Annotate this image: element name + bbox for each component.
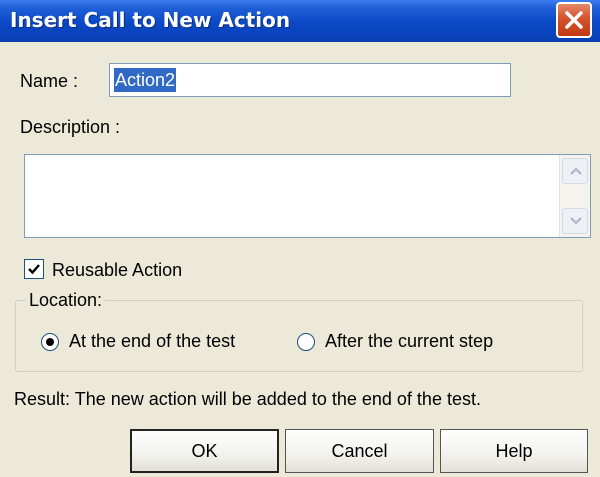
ok-button[interactable]: OK: [130, 429, 279, 473]
help-button[interactable]: Help: [440, 429, 588, 473]
result-text: Result: The new action will be added to …: [14, 389, 481, 409]
scroll-up-button[interactable]: [562, 158, 588, 184]
description-label: Description :: [20, 117, 121, 137]
radio-after-current-step[interactable]: [297, 333, 315, 351]
scroll-up-icon: [570, 167, 582, 175]
radio-after-current-step-label[interactable]: After the current step: [325, 331, 493, 352]
close-button[interactable]: [556, 2, 592, 38]
description-scrollbar[interactable]: [559, 155, 590, 237]
reusable-action-checkbox[interactable]: [24, 259, 44, 279]
scroll-down-icon: [570, 217, 582, 225]
window-title: Insert Call to New Action: [10, 8, 291, 32]
close-icon: [565, 11, 583, 29]
cancel-button[interactable]: Cancel: [285, 429, 434, 473]
radio-end-of-test-label[interactable]: At the end of the test: [69, 331, 235, 352]
title-bar[interactable]: Insert Call to New Action: [0, 0, 600, 42]
name-input-value: Action2: [114, 68, 177, 92]
radio-selected-dot: [46, 338, 54, 346]
name-input[interactable]: Action2: [109, 63, 511, 97]
name-label: Name :: [20, 71, 79, 91]
reusable-action-label[interactable]: Reusable Action: [52, 260, 182, 281]
scroll-down-button[interactable]: [562, 208, 588, 234]
description-input[interactable]: [24, 154, 591, 238]
checkmark-icon: [28, 264, 40, 275]
location-legend: Location:: [26, 290, 106, 311]
radio-end-of-test[interactable]: [41, 333, 59, 351]
